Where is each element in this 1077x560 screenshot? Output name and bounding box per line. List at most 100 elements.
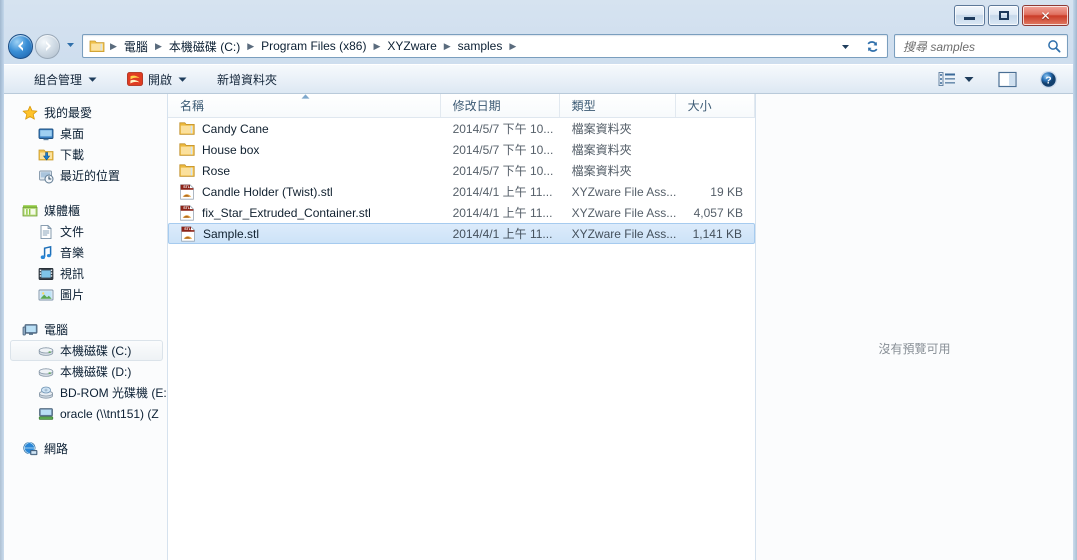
sidebar-label: 圖片	[60, 288, 85, 302]
search-input[interactable]: 搜尋 samples	[895, 38, 1041, 55]
file-size: 4,057 KB	[693, 205, 743, 220]
maximize-icon	[998, 11, 1009, 20]
sidebar-item-downloads[interactable]: 下載	[4, 144, 167, 165]
table-row[interactable]: STL Candle Holder (Twist).stl 2014/4/1 上…	[168, 181, 755, 202]
column-header-type[interactable]: 類型	[560, 94, 676, 117]
back-arrow-icon	[17, 41, 23, 51]
refresh-icon	[867, 40, 878, 52]
forward-arrow-icon	[45, 41, 51, 51]
search-box[interactable]: 搜尋 samples	[894, 34, 1068, 58]
sidebar-item-computer[interactable]: 電腦	[4, 319, 167, 340]
breadcrumb-bar[interactable]: ▶ 電腦 ▶ 本機磁碟 (C:) ▶ Program Files (x86) ▶…	[82, 34, 888, 58]
address-bar-row: ▶ 電腦 ▶ 本機磁碟 (C:) ▶ Program Files (x86) ▶…	[0, 32, 1077, 60]
breadcrumb-item-2[interactable]: Program Files (x86)	[258, 37, 369, 55]
sidebar-item-libraries[interactable]: 媒體櫃	[4, 200, 167, 221]
nav-group-network: 網路	[4, 438, 167, 459]
file-name-cell: STL Candle Holder (Twist).stl	[168, 183, 441, 200]
star-icon	[22, 105, 38, 121]
sidebar-item-local-disk-d[interactable]: 本機磁碟 (D:)	[4, 361, 167, 382]
breadcrumb-item-1[interactable]: 本機磁碟 (C:)	[166, 36, 243, 57]
computer-icon	[22, 322, 38, 338]
file-type: 檔案資料夾	[571, 164, 632, 178]
back-button[interactable]	[8, 33, 33, 59]
sidebar-label: 媒體櫃	[44, 204, 81, 218]
organize-button[interactable]: 組合管理	[26, 68, 105, 90]
sidebar-item-videos[interactable]: 視訊	[4, 263, 167, 284]
file-size: 1,141 KB	[692, 226, 742, 241]
sidebar-item-network-drive-oracle[interactable]: oracle (\\tnt151) (Z	[4, 403, 167, 424]
file-size: 19 KB	[710, 184, 743, 199]
nav-group-computer: 電腦 本機磁碟 (C:) 本機磁碟 (D:) BD-ROM 光碟機 (E: or…	[4, 319, 167, 424]
sidebar-item-bd-rom-drive[interactable]: BD-ROM 光碟機 (E:	[4, 382, 167, 403]
svg-text:STL: STL	[183, 206, 191, 210]
file-name-cell: Rose	[168, 163, 441, 179]
stl-file-icon: STL	[179, 204, 195, 221]
sidebar-item-local-disk-c[interactable]: 本機磁碟 (C:)	[10, 340, 163, 361]
chevron-down-icon	[88, 77, 97, 82]
open-button[interactable]: 開啟	[119, 68, 195, 90]
folder-icon	[179, 121, 195, 137]
sidebar-label: 視訊	[60, 267, 85, 281]
sidebar-label: 本機磁碟 (C:)	[60, 344, 132, 358]
file-name-cell: STL Sample.stl	[169, 225, 441, 242]
file-name-cell: House box	[168, 142, 441, 158]
column-header-label: 類型	[571, 99, 596, 113]
sidebar-label: 下載	[60, 148, 85, 162]
file-list-pane: 名稱 修改日期 類型 大小 Candy Cane 2014/5/7 下午 10.…	[168, 94, 755, 560]
minimize-icon	[964, 17, 975, 20]
table-row[interactable]: Rose 2014/5/7 下午 10... 檔案資料夾	[168, 160, 755, 181]
new-folder-button[interactable]: 新增資料夾	[209, 68, 285, 90]
column-headers: 名稱 修改日期 類型 大小	[168, 94, 755, 118]
breadcrumb-item-0[interactable]: 電腦	[121, 36, 151, 57]
table-row[interactable]: STL fix_Star_Extruded_Container.stl 2014…	[168, 202, 755, 223]
sidebar-item-favorites[interactable]: 我的最愛	[4, 102, 167, 123]
breadcrumb-item-4[interactable]: samples	[455, 37, 506, 55]
explorer-body: 我的最愛 桌面 下載 最近的位置 媒體櫃 文件 音樂 視訊 圖片 電腦 本機磁碟…	[4, 94, 1073, 560]
column-header-size[interactable]: 大小	[676, 94, 755, 117]
sidebar-label: 網路	[44, 442, 69, 456]
organize-label: 組合管理	[34, 72, 83, 87]
column-header-name[interactable]: 名稱	[168, 94, 441, 117]
view-options-button[interactable]	[933, 68, 979, 90]
preview-pane-button[interactable]	[993, 68, 1022, 90]
file-type: XYZware File Ass...	[571, 184, 676, 199]
table-row[interactable]: STL Sample.stl 2014/4/1 上午 11... XYZware…	[168, 223, 755, 244]
sort-ascending-icon	[301, 94, 310, 99]
stl-file-icon: STL	[179, 183, 195, 200]
file-name: Rose	[202, 163, 231, 178]
table-row[interactable]: Candy Cane 2014/5/7 下午 10... 檔案資料夾	[168, 118, 755, 139]
chevron-down-icon	[842, 44, 849, 49]
breadcrumb-item-3[interactable]: XYZware	[384, 37, 439, 55]
breadcrumb: ▶ 電腦 ▶ 本機磁碟 (C:) ▶ Program Files (x86) ▶…	[83, 36, 836, 57]
svg-text:STL: STL	[184, 227, 192, 231]
sidebar-item-network[interactable]: 網路	[4, 438, 167, 459]
music-icon	[38, 245, 54, 261]
forward-button[interactable]	[35, 33, 60, 59]
sidebar-item-desktop[interactable]: 桌面	[4, 123, 167, 144]
stl-file-icon: STL	[180, 225, 196, 242]
pictures-icon	[38, 287, 54, 303]
file-name: House box	[202, 142, 260, 157]
sidebar-item-documents[interactable]: 文件	[4, 221, 167, 242]
navigation-pane: 我的最愛 桌面 下載 最近的位置 媒體櫃 文件 音樂 視訊 圖片 電腦 本機磁碟…	[4, 94, 168, 560]
table-row[interactable]: House box 2014/5/7 下午 10... 檔案資料夾	[168, 139, 755, 160]
address-dropdown-button[interactable]	[836, 41, 858, 52]
chevron-down-icon	[964, 77, 974, 82]
help-button[interactable]: ?	[1034, 68, 1063, 90]
column-header-date-modified[interactable]: 修改日期	[441, 94, 560, 117]
history-dropdown-button[interactable]	[65, 37, 76, 55]
close-button[interactable]: ✕	[1022, 5, 1069, 26]
maximize-button[interactable]	[988, 5, 1019, 26]
video-icon	[38, 266, 54, 282]
sidebar-item-music[interactable]: 音樂	[4, 242, 167, 263]
sidebar-item-recent-places[interactable]: 最近的位置	[4, 165, 167, 186]
open-label: 開啟	[148, 72, 173, 87]
refresh-button[interactable]	[858, 39, 887, 54]
preview-pane: 沒有預覽可用	[755, 94, 1073, 560]
documents-icon	[38, 224, 54, 240]
chevron-down-icon	[178, 77, 187, 82]
minimize-button[interactable]	[954, 5, 985, 26]
view-list-icon	[938, 72, 955, 86]
sidebar-item-pictures[interactable]: 圖片	[4, 284, 167, 305]
